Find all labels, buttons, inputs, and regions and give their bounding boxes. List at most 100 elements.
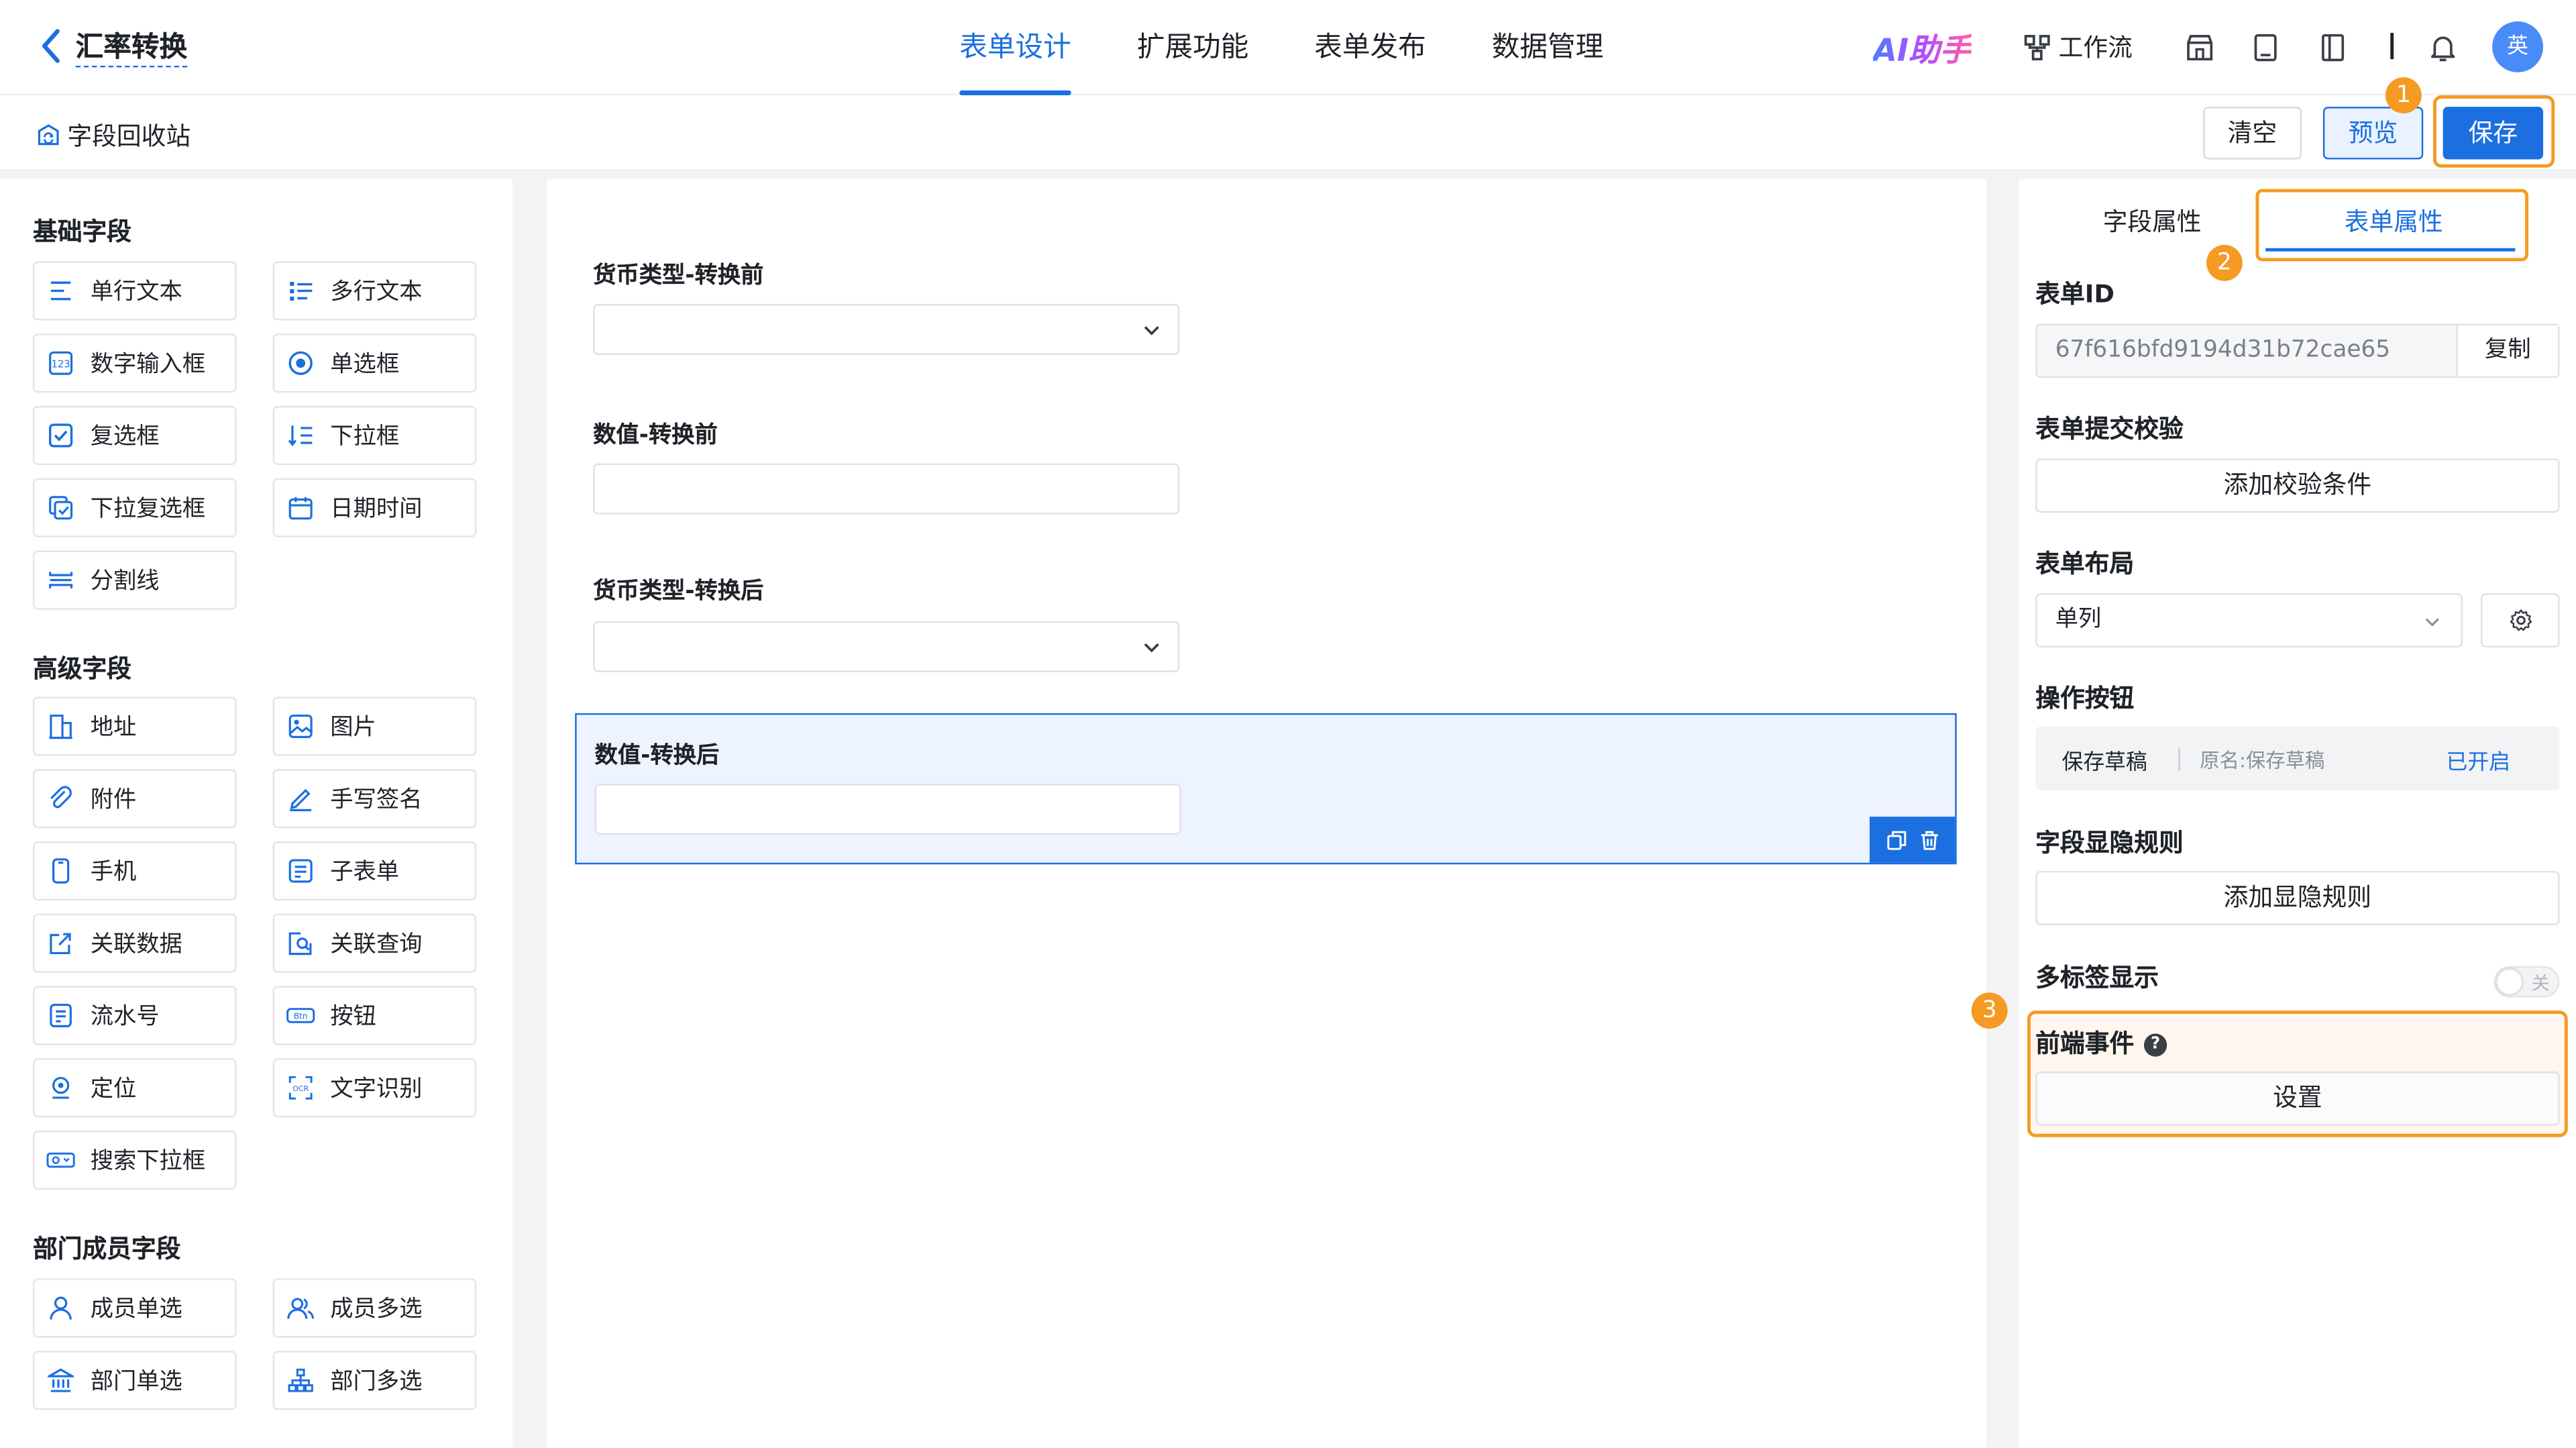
institution-icon: [46, 1365, 76, 1395]
basic-fields-title: 基础字段: [32, 217, 131, 247]
field-recycle-bin[interactable]: 字段回收站: [36, 118, 191, 152]
field-single-line-text[interactable]: 单行文本: [32, 261, 237, 321]
step-badge-2: 2: [2206, 244, 2243, 281]
field-label: 多行文本: [330, 279, 423, 306]
copy-icon[interactable]: [1885, 829, 1907, 851]
field-block-actions: [1869, 817, 1955, 863]
ocr-icon: OCR: [286, 1073, 315, 1102]
form-layout-select[interactable]: 单列: [2035, 593, 2463, 648]
back-button[interactable]: 汇率转换: [36, 23, 188, 68]
tab-form-publish[interactable]: 表单发布: [1291, 0, 1449, 95]
field-subform[interactable]: 子表单: [272, 841, 477, 901]
help-icon[interactable]: ?: [2143, 1033, 2167, 1057]
user-avatar[interactable]: 英: [2492, 21, 2544, 72]
currency-after-select[interactable]: [593, 621, 1180, 672]
field-label: 成员单选: [90, 1296, 182, 1323]
field-serial-number[interactable]: 流水号: [32, 986, 237, 1045]
main-nav: 表单设计 扩展功能 表单发布 数据管理: [936, 0, 1646, 96]
workflow-button[interactable]: 工作流: [2024, 30, 2133, 64]
save-button[interactable]: 保存: [2443, 107, 2544, 160]
book-icon[interactable]: [2316, 32, 2349, 64]
op-button-name: 保存草稿: [2061, 751, 2147, 776]
selected-field-block[interactable]: 数值-转换后: [575, 713, 1957, 865]
frontend-event-label: 前端事件?: [2035, 1025, 2167, 1059]
save-draft-row[interactable]: 保存草稿 原名:保存草稿 已开启: [2035, 726, 2560, 790]
field-label: 流水号: [90, 1004, 160, 1031]
multi-tab-toggle[interactable]: 关: [2493, 966, 2560, 998]
currency-before-select[interactable]: [593, 304, 1180, 355]
number-input-icon: 123: [46, 348, 76, 378]
field-label: 搜索下拉框: [90, 1148, 206, 1176]
frontend-event-settings-button[interactable]: 设置: [2035, 1071, 2560, 1126]
value-before-input[interactable]: [593, 463, 1180, 515]
tab-extensions[interactable]: 扩展功能: [1114, 0, 1271, 95]
serial-icon: [46, 1000, 76, 1030]
store-icon[interactable]: [2184, 32, 2216, 64]
field-attachment[interactable]: 附件: [32, 769, 237, 829]
single-line-text-icon: [46, 276, 76, 305]
add-visibility-rule-button[interactable]: 添加显隐规则: [2035, 870, 2560, 925]
clear-button[interactable]: 清空: [2203, 107, 2302, 160]
form-id-value: 67f616bfd9194d31b72cae65: [2055, 337, 2391, 364]
dropdown-list-icon: [286, 421, 315, 450]
ai-assistant-button[interactable]: AI助手: [1873, 26, 1971, 70]
tab-data-management[interactable]: 数据管理: [1468, 0, 1626, 95]
field-label: 定位: [90, 1076, 137, 1103]
field-label: 分割线: [90, 568, 160, 595]
top-bar: 汇率转换 表单设计 扩展功能 表单发布 数据管理 AI助手 工作流 英: [0, 0, 2576, 96]
field-linked-data[interactable]: 关联数据: [32, 913, 237, 973]
field-search-dropdown[interactable]: 搜索下拉框: [32, 1130, 237, 1190]
tab-form-properties[interactable]: 表单属性: [2345, 204, 2443, 238]
add-check-button[interactable]: 添加校验条件: [2035, 458, 2560, 513]
chevron-left-icon: [42, 28, 60, 62]
field-signature[interactable]: 手写签名: [272, 769, 477, 829]
layout-settings-button[interactable]: [2480, 593, 2560, 648]
preview-button[interactable]: 预览: [2322, 107, 2424, 160]
field-address[interactable]: 地址: [32, 696, 237, 756]
copy-id-button[interactable]: 复制: [2456, 325, 2559, 376]
field-department-single[interactable]: 部门单选: [32, 1351, 237, 1410]
trash-icon[interactable]: [1918, 829, 1939, 851]
field-number-input[interactable]: 123 数字输入框: [32, 333, 237, 393]
member-fields-title: 部门成员字段: [32, 1234, 181, 1264]
field-datetime[interactable]: 日期时间: [272, 478, 477, 537]
field-member-single[interactable]: 成员单选: [32, 1278, 237, 1338]
advanced-fields-title: 高级字段: [32, 654, 131, 684]
field-button[interactable]: Btn 按钮: [272, 986, 477, 1045]
svg-text:OCR: OCR: [292, 1084, 309, 1093]
field-location[interactable]: 定位: [32, 1058, 237, 1118]
field-radio[interactable]: 单选框: [272, 333, 477, 393]
divider-icon: [46, 565, 76, 594]
field-linked-query[interactable]: 关联查询: [272, 913, 477, 973]
field-dropdown-checkbox[interactable]: 下拉复选框: [32, 478, 237, 537]
field-divider[interactable]: 分割线: [32, 550, 237, 610]
field-mobile[interactable]: 手机: [32, 841, 237, 901]
pen-icon: [286, 784, 315, 813]
tab-field-properties[interactable]: 字段属性: [2103, 204, 2202, 238]
app-title[interactable]: 汇率转换: [75, 23, 188, 68]
op-button-original: 原名:保存草稿: [2200, 749, 2325, 773]
toolbar-divider: [2390, 32, 2394, 60]
field-image[interactable]: 图片: [272, 696, 477, 756]
field-label: 手写签名: [330, 787, 423, 814]
field-ocr[interactable]: OCR 文字识别: [272, 1058, 477, 1118]
field-dropdown[interactable]: 下拉框: [272, 405, 477, 466]
tab-form-design[interactable]: 表单设计: [936, 0, 1094, 96]
field-label: 图片: [330, 715, 376, 741]
field-label: 单行文本: [90, 279, 182, 306]
field-label: 成员多选: [330, 1296, 423, 1323]
checkbox-icon: [46, 421, 76, 450]
paperclip-icon: [46, 784, 76, 813]
bell-icon[interactable]: [2426, 32, 2459, 64]
field-label: 关联数据: [90, 931, 182, 958]
field-department-multi[interactable]: 部门多选: [272, 1351, 477, 1410]
op-button-status[interactable]: 已开启: [2447, 744, 2511, 776]
step-badge-1: 1: [2385, 77, 2422, 113]
field-member-multi[interactable]: 成员多选: [272, 1278, 477, 1338]
field-label: 下拉框: [330, 423, 400, 451]
tablet-icon[interactable]: [2249, 32, 2282, 64]
frontend-event-text: 前端事件: [2035, 1029, 2135, 1059]
value-after-input[interactable]: [594, 784, 1181, 835]
field-multi-line-text[interactable]: 多行文本: [272, 261, 477, 321]
field-checkbox[interactable]: 复选框: [32, 405, 237, 466]
